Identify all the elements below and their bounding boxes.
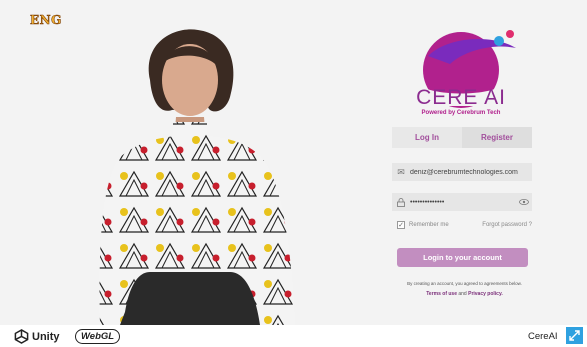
show-password-eye-icon[interactable] — [516, 197, 532, 207]
forgot-password-link[interactable]: Forgot password ? — [482, 222, 532, 228]
unity-label: Unity — [32, 330, 60, 343]
terms-of-use-link[interactable]: Terms of use — [426, 291, 457, 297]
unity-webgl-player: ENG CERE AI Powered by Cerebrum Tech Log… — [0, 0, 587, 347]
privacy-policy-link[interactable]: Privacy policy. — [468, 291, 503, 297]
cere-ai-logo: CERE AI Powered by Cerebrum Tech — [416, 30, 516, 116]
webgl-footer: Unity WebGL CereAI — [0, 325, 587, 347]
lock-icon — [392, 197, 410, 207]
password-input[interactable] — [410, 198, 516, 206]
avatar-character-image — [99, 29, 296, 325]
unity-cube-icon — [14, 329, 29, 344]
unity-logo: Unity — [14, 329, 60, 344]
tab-register[interactable]: Register — [462, 127, 532, 148]
terms-and-text: and — [458, 291, 467, 297]
tab-log-in[interactable]: Log In — [392, 127, 462, 148]
remember-me-label: Remember me — [409, 222, 449, 228]
logo-text: CERE AI — [416, 86, 506, 109]
webgl-logo: WebGL — [75, 329, 121, 344]
terms-links: Terms of use and Privacy policy. — [392, 291, 537, 297]
email-field: ✉ — [392, 163, 532, 181]
game-canvas[interactable]: ENG CERE AI Powered by Cerebrum Tech Log… — [0, 0, 587, 325]
language-switcher[interactable]: ENG — [30, 13, 62, 28]
app-title: CereAI — [528, 331, 558, 342]
password-field — [392, 193, 532, 211]
remember-me-checkbox[interactable]: ✓ — [397, 221, 405, 229]
remember-row: ✓ Remember me Forgot password ? — [397, 221, 532, 229]
terms-notice: By creating an account, you agreed to ag… — [407, 281, 522, 286]
fullscreen-button[interactable] — [566, 327, 583, 344]
fullscreen-icon — [569, 330, 580, 341]
login-button[interactable]: Login to your account — [397, 248, 528, 267]
auth-tabs: Log In Register — [392, 127, 532, 148]
email-input[interactable] — [410, 168, 532, 176]
envelope-icon: ✉ — [397, 166, 405, 177]
logo-tagline: Powered by Cerebrum Tech — [422, 110, 501, 116]
